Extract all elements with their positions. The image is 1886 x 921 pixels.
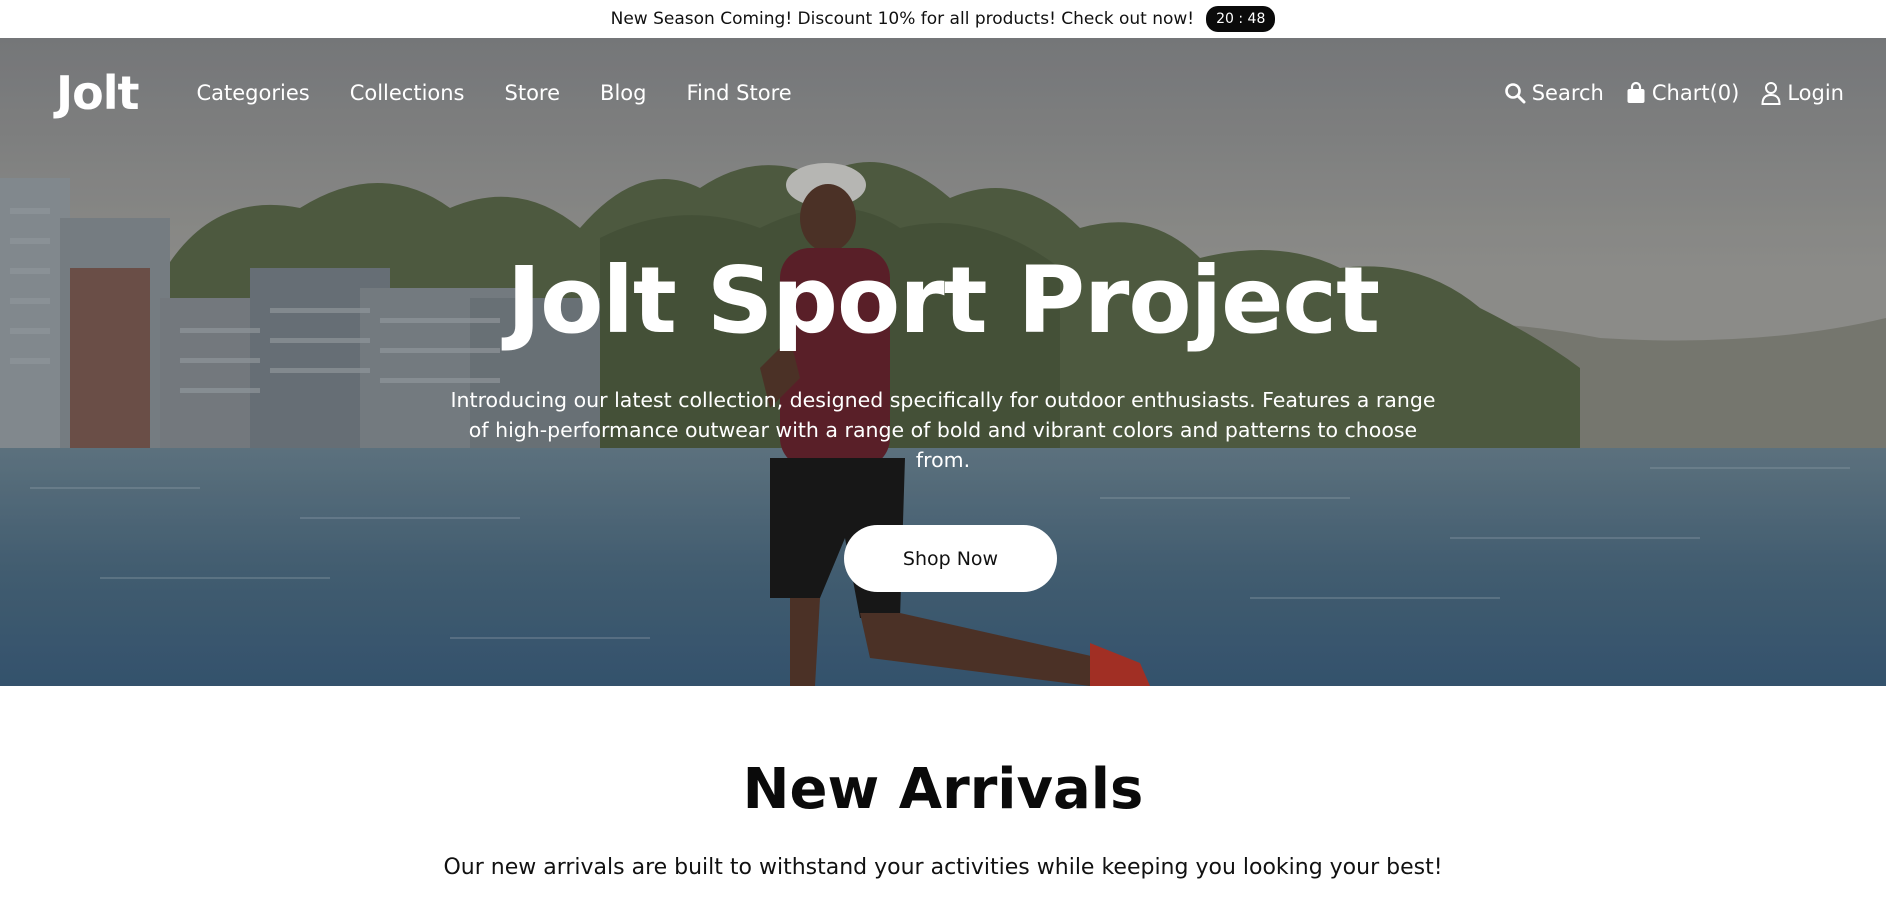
- hero-banner: Jolt Categories Collections Store Blog F…: [0, 38, 1886, 686]
- nav-link-blog[interactable]: Blog: [600, 81, 646, 105]
- cart-label: Chart(0): [1651, 81, 1740, 105]
- user-icon: [1761, 82, 1781, 105]
- search-icon: [1504, 83, 1526, 104]
- search-label: Search: [1531, 81, 1604, 105]
- brand-logo[interactable]: Jolt: [56, 66, 139, 120]
- countdown-timer: 20 : 48: [1206, 6, 1276, 32]
- login-button[interactable]: Login: [1761, 81, 1844, 105]
- new-arrivals-title: New Arrivals: [742, 757, 1144, 822]
- nav-link-categories[interactable]: Categories: [196, 81, 309, 105]
- announcement-text: New Season Coming! Discount 10% for all …: [610, 9, 1195, 29]
- announcement-bar: New Season Coming! Discount 10% for all …: [0, 0, 1886, 38]
- cart-button[interactable]: Chart(0): [1626, 81, 1739, 105]
- nav-actions: Search Chart(0) Login: [1504, 81, 1844, 105]
- hero-subtitle: Introducing our latest collection, desig…: [450, 388, 1436, 472]
- login-label: Login: [1787, 81, 1844, 105]
- search-button[interactable]: Search: [1504, 81, 1604, 105]
- nav-link-find-store[interactable]: Find Store: [686, 81, 791, 105]
- shopping-bag-icon: [1627, 81, 1645, 103]
- shop-now-button[interactable]: Shop Now: [844, 525, 1057, 592]
- hero-title: Jolt Sport Project: [506, 247, 1380, 354]
- new-arrivals-subtitle: Our new arrivals are built to withstand …: [443, 855, 1443, 880]
- top-navigation: Jolt Categories Collections Store Blog F…: [0, 38, 1886, 148]
- nav-link-collections[interactable]: Collections: [350, 81, 465, 105]
- nav-link-store[interactable]: Store: [505, 81, 561, 105]
- nav-links: Categories Collections Store Blog Find S…: [196, 81, 791, 105]
